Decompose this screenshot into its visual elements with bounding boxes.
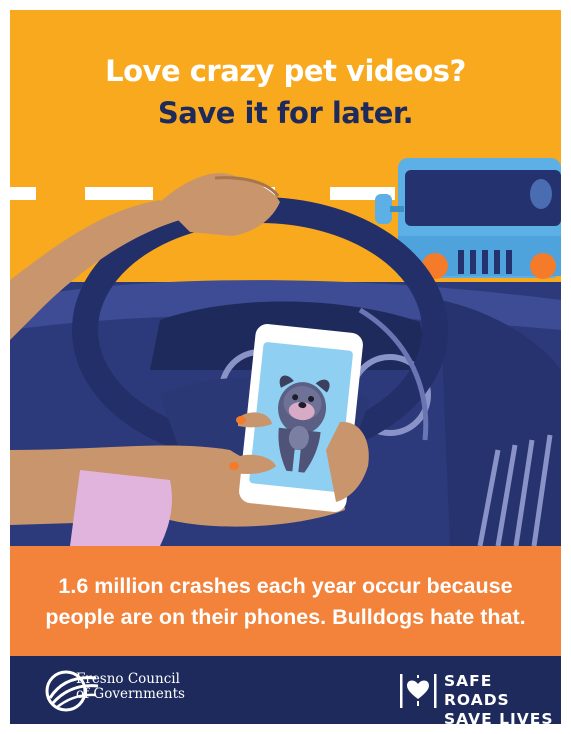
statistic-banner: 1.6 million crashes each year occur beca…	[10, 546, 561, 656]
org-name-line-1: Fresno Council	[76, 671, 180, 687]
org-name-line-2: of Governments	[76, 686, 185, 702]
statistic-line-1: 1.6 million crashes each year occur beca…	[58, 574, 513, 598]
campaign-line-2: SAVE LIVES	[444, 710, 554, 724]
footer-bar: Fresno Council of Governments SAFE ROADS…	[10, 656, 561, 724]
illustration-scene	[10, 10, 561, 546]
headline-answer: Save it for later.	[157, 96, 414, 130]
org-name: Fresno Council of Governments	[76, 672, 185, 702]
campaign-line-1: SAFE ROADS	[444, 672, 510, 709]
statistic-line-2: people are on their phones. Bulldogs hat…	[45, 605, 526, 629]
headline-question: Love crazy pet videos?	[105, 54, 466, 88]
poster: Love crazy pet videos? Save it for later…	[10, 10, 561, 724]
campaign-slogan: SAFE ROADS SAVE LIVES	[444, 672, 561, 724]
